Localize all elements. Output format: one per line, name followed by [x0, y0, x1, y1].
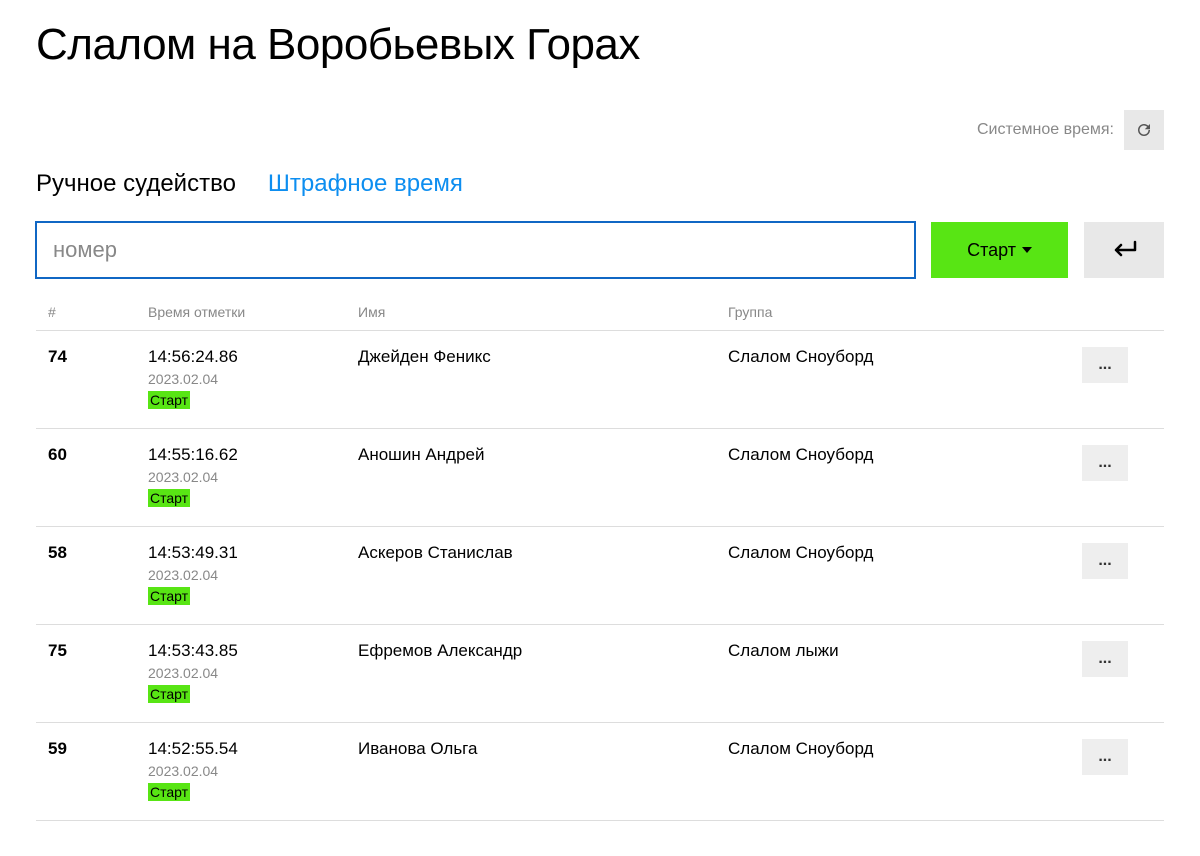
row-date: 2023.02.04: [148, 469, 358, 485]
row-date: 2023.02.04: [148, 665, 358, 681]
row-group: Слалом лыжи: [728, 641, 1082, 661]
row-num: 74: [48, 347, 148, 367]
row-date: 2023.02.04: [148, 763, 358, 779]
row-more-button[interactable]: ...: [1082, 445, 1128, 481]
row-badge: Старт: [148, 587, 190, 605]
refresh-button[interactable]: [1124, 110, 1164, 150]
system-time-label: Системное время:: [977, 121, 1114, 139]
table-row: 59 14:52:55.54 2023.02.04 Старт Иванова …: [36, 723, 1164, 821]
row-name: Аскеров Станислав: [358, 543, 728, 563]
row-time: 14:56:24.86: [148, 347, 358, 367]
row-time: 14:53:43.85: [148, 641, 358, 661]
row-name: Иванова Ольга: [358, 739, 728, 759]
row-date: 2023.02.04: [148, 567, 358, 583]
row-num: 75: [48, 641, 148, 661]
row-time: 14:55:16.62: [148, 445, 358, 465]
caret-down-icon: [1022, 247, 1032, 253]
row-badge: Старт: [148, 783, 190, 801]
row-num: 60: [48, 445, 148, 465]
row-group: Слалом Сноуборд: [728, 739, 1082, 759]
row-more-button[interactable]: ...: [1082, 739, 1128, 775]
col-header-name: Имя: [358, 304, 728, 320]
row-num: 58: [48, 543, 148, 563]
col-header-num: #: [48, 304, 148, 320]
row-name: Джейден Феникс: [358, 347, 728, 367]
row-name: Аношин Андрей: [358, 445, 728, 465]
row-date: 2023.02.04: [148, 371, 358, 387]
row-time: 14:52:55.54: [148, 739, 358, 759]
start-button[interactable]: Старт: [931, 222, 1068, 278]
enter-button[interactable]: [1084, 222, 1164, 278]
tab-penalty[interactable]: Штрафное время: [268, 170, 463, 198]
table-header: # Время отметки Имя Группа: [36, 294, 1164, 331]
row-more-button[interactable]: ...: [1082, 347, 1128, 383]
controls-row: Старт: [36, 222, 1164, 278]
table-row: 60 14:55:16.62 2023.02.04 Старт Аношин А…: [36, 429, 1164, 527]
row-time: 14:53:49.31: [148, 543, 358, 563]
row-badge: Старт: [148, 685, 190, 703]
enter-icon: [1111, 239, 1137, 261]
row-num: 59: [48, 739, 148, 759]
system-time-row: Системное время:: [36, 110, 1164, 150]
row-more-button[interactable]: ...: [1082, 543, 1128, 579]
row-group: Слалом Сноуборд: [728, 445, 1082, 465]
row-group: Слалом Сноуборд: [728, 543, 1082, 563]
col-header-time: Время отметки: [148, 304, 358, 320]
tab-manual[interactable]: Ручное судейство: [36, 170, 236, 198]
number-input[interactable]: [36, 222, 915, 278]
table-row: 74 14:56:24.86 2023.02.04 Старт Джейден …: [36, 331, 1164, 429]
row-more-button[interactable]: ...: [1082, 641, 1128, 677]
results-table: # Время отметки Имя Группа 74 14:56:24.8…: [36, 294, 1164, 821]
row-group: Слалом Сноуборд: [728, 347, 1082, 367]
page-title: Слалом на Воробьевых Горах: [36, 20, 1164, 70]
refresh-icon: [1135, 121, 1153, 139]
table-row: 58 14:53:49.31 2023.02.04 Старт Аскеров …: [36, 527, 1164, 625]
row-badge: Старт: [148, 489, 190, 507]
table-row: 75 14:53:43.85 2023.02.04 Старт Ефремов …: [36, 625, 1164, 723]
start-button-label: Старт: [967, 240, 1016, 261]
tabs: Ручное судейство Штрафное время: [36, 170, 1164, 198]
row-badge: Старт: [148, 391, 190, 409]
col-header-group: Группа: [728, 304, 1082, 320]
row-name: Ефремов Александр: [358, 641, 728, 661]
